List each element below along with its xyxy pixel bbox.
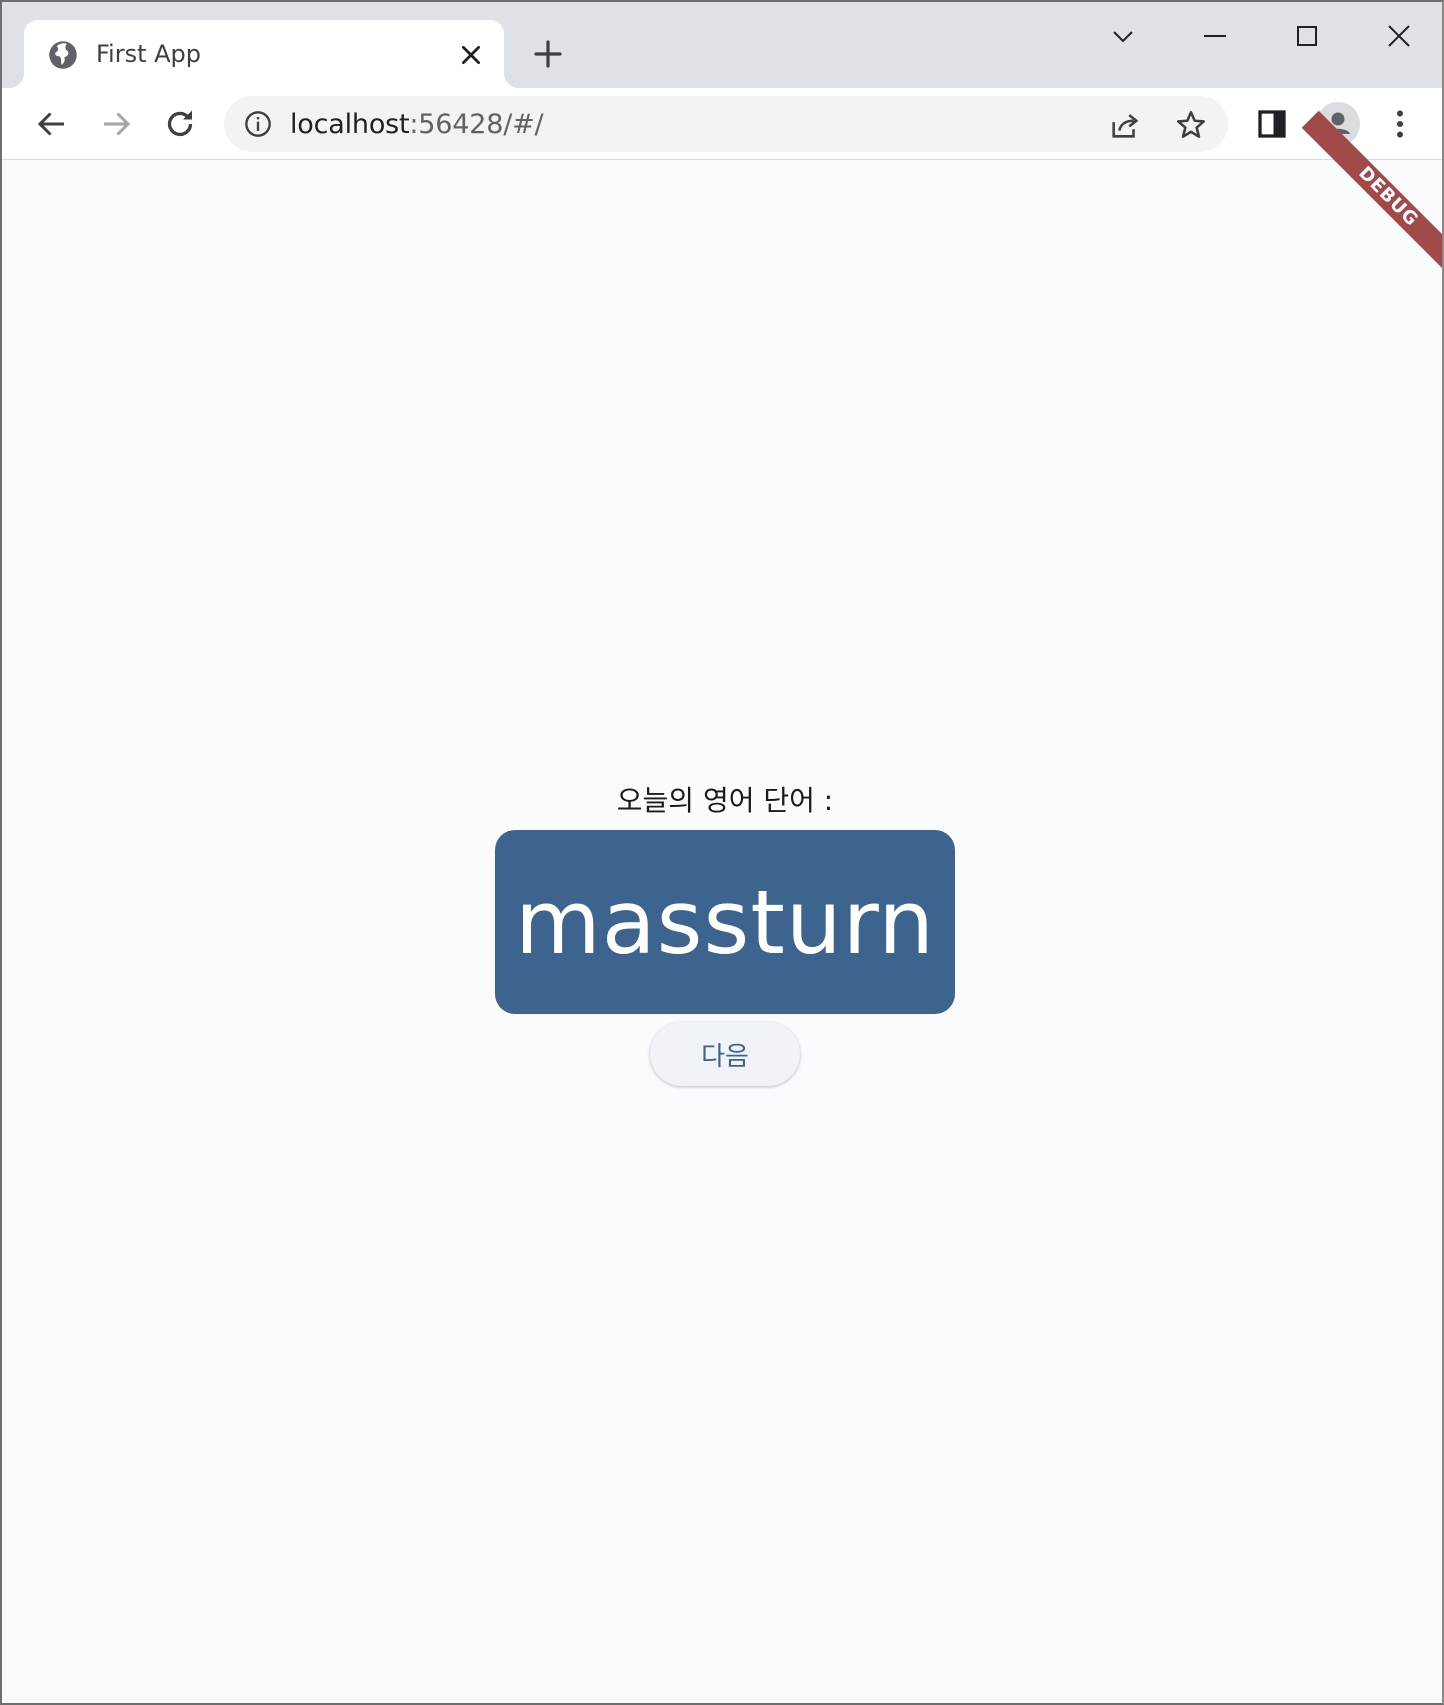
close-window-icon[interactable] (1376, 16, 1422, 56)
tab-title: First App (96, 40, 202, 68)
next-button[interactable]: 다음 (650, 1022, 800, 1086)
prompt-label: 오늘의 영어 단어 : (616, 784, 834, 817)
maximize-icon[interactable] (1284, 16, 1330, 56)
minimize-icon[interactable] (1192, 16, 1238, 56)
new-tab-icon[interactable] (532, 38, 564, 70)
word-text: massturn (514, 870, 936, 974)
browser-toolbar: localhost:56428/#/ (2, 88, 1442, 160)
forward-arrow-icon[interactable] (98, 106, 134, 142)
url-host: localhost (290, 109, 410, 140)
more-menu-icon[interactable] (1382, 106, 1418, 142)
tab-strip: First App (2, 2, 1442, 88)
site-info-icon[interactable] (244, 110, 272, 138)
share-icon[interactable] (1108, 108, 1142, 142)
app-content: DEBUG 오늘의 영어 단어 : massturn 다음 (6, 110, 1442, 1703)
word-section: 오늘의 영어 단어 : massturn 다음 (6, 780, 1442, 1086)
word-card: massturn (495, 830, 955, 1014)
tab-first-app[interactable]: First App (8, 20, 520, 88)
back-arrow-icon[interactable] (34, 106, 70, 142)
url-text[interactable]: localhost:56428/#/ (290, 109, 544, 140)
globe-icon (49, 41, 77, 69)
tab-search-chevron-down-icon[interactable] (1100, 16, 1146, 56)
browser-window: First App localhost:56428/#/ DEBUG 오늘의 영… (0, 0, 1444, 1705)
url-path: :56428/#/ (409, 109, 544, 140)
bookmark-star-icon[interactable] (1174, 108, 1208, 142)
address-bar[interactable]: localhost:56428/#/ (224, 96, 1228, 152)
side-panel-icon[interactable] (1254, 106, 1290, 142)
close-tab-icon[interactable] (458, 42, 484, 68)
reload-icon[interactable] (162, 106, 198, 142)
